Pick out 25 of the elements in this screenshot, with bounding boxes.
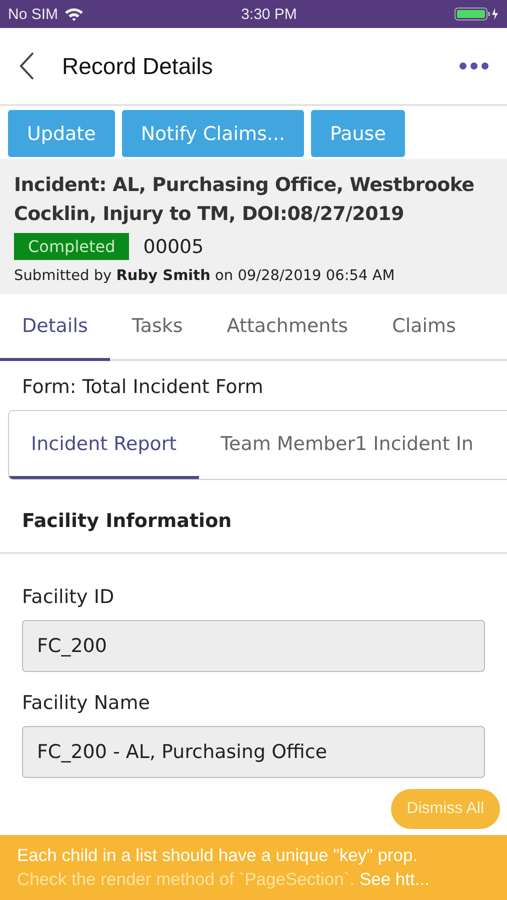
section-title: Facility Information — [0, 480, 507, 554]
tab[interactable]: Tasks — [110, 294, 205, 361]
form-name: Form: Total Incident Form — [21, 375, 264, 400]
form-tab[interactable]: Team Member1 Incident In — [198, 411, 496, 479]
input-field[interactable]: FC_200 — [22, 620, 485, 672]
wifi-icon — [64, 6, 84, 22]
record-title: Incident: AL, Purchasing Office, Westbrooke Cocklin, Injury to TM, DOI:08/27/2019 — [14, 173, 476, 227]
more-icon[interactable] — [459, 62, 489, 70]
page-title: Record Details — [62, 52, 214, 80]
submitted-text: Submitted by Ruby Smith on 09/28/2019 06:54 AM — [14, 268, 396, 284]
form-tab[interactable]: Incident Report — [9, 411, 199, 479]
input-field[interactable]: FC_200 - AL, Purchasing Office — [22, 726, 485, 778]
tab[interactable]: Attachments — [204, 294, 370, 361]
field-label: Facility ID — [22, 585, 116, 610]
status-badge: Completed — [14, 233, 130, 260]
tab[interactable]: Details — [0, 294, 110, 361]
carrier-label: No SIM — [8, 6, 58, 22]
tab[interactable]: Claims — [370, 294, 478, 361]
warning-text: Check the render method of `PageSection`. — [17, 869, 355, 889]
back-icon[interactable] — [18, 51, 36, 81]
battery-icon — [454, 6, 499, 22]
warning-text: Each child in a list should have a unique "key" prop. — [17, 844, 419, 867]
record-number: 00005 — [143, 236, 204, 258]
field-label: Facility Name — [22, 691, 151, 716]
clock: 3:30 PM — [241, 6, 297, 22]
